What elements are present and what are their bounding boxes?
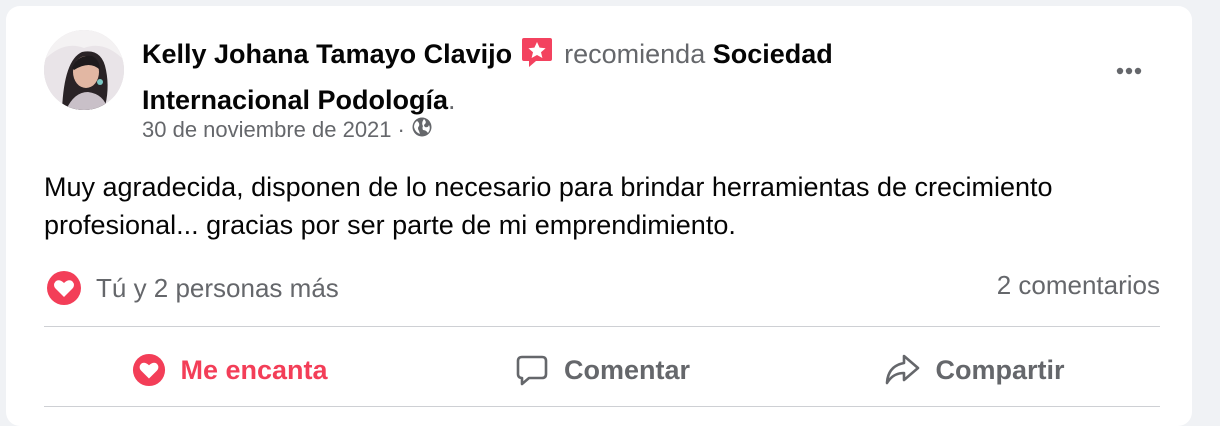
love-reaction-icon [47,271,81,305]
more-icon [1116,67,1142,75]
recommendation-icon [520,35,554,80]
divider-bottom [44,406,1160,407]
post-card: Kelly Johana Tamayo Clavijo recomienda So… [6,6,1192,426]
share-icon [886,354,920,385]
divider-top [44,326,1160,327]
comment-label: Comentar [563,354,691,385]
avatar[interactable] [44,30,124,110]
love-button[interactable]: Me encanta [44,336,416,404]
action-bar: Me encanta Comentar Compartir [44,336,1160,404]
share-label: Compartir [935,354,1065,385]
love-label: Me encanta [180,354,328,385]
post-meta: 30 de noviembre de 2021 · [142,116,433,144]
comment-button[interactable]: Comentar [416,336,788,404]
globe-icon [411,116,433,144]
meta-separator: · [397,117,405,142]
reactions-text: Tú y 2 personas más [96,272,339,303]
love-icon [133,353,166,387]
profile-photo [44,30,124,110]
reactions-summary[interactable]: Tú y 2 personas más [46,270,339,306]
comments-count[interactable]: 2 comentarios [997,270,1160,301]
recommends-text: recomienda [564,39,706,69]
share-button[interactable]: Compartir [788,336,1160,404]
comment-icon [516,355,548,386]
author-name[interactable]: Kelly Johana Tamayo Clavijo [142,39,512,69]
post-header: Kelly Johana Tamayo Clavijo recomienda So… [142,34,1002,120]
more-options-button[interactable] [1106,48,1152,94]
post-body: Muy agradecida, disponen de lo necesario… [44,172,1053,240]
header-period: . [448,85,456,115]
post-date[interactable]: 30 de noviembre de 2021 [142,117,392,143]
